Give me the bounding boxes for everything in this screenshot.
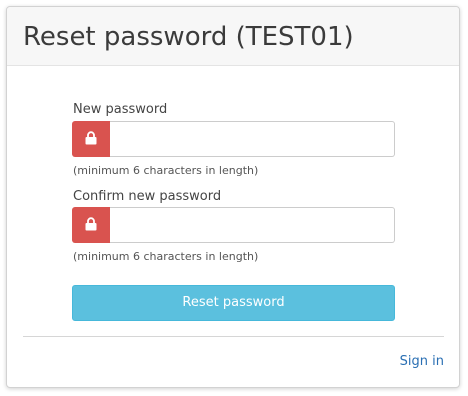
confirm-password-label: Confirm new password: [73, 189, 222, 204]
sign-in-link[interactable]: Sign in: [400, 353, 444, 371]
reset-password-button[interactable]: Reset password: [72, 285, 395, 321]
card-header: Reset password (TEST01): [7, 7, 459, 66]
new-password-label: New password: [73, 102, 168, 117]
confirm-password-field[interactable]: [110, 207, 395, 243]
divider: [23, 336, 444, 337]
confirm-password-group: [72, 207, 395, 243]
new-password-addon: [72, 121, 110, 157]
confirm-password-help: (minimum 6 characters in length): [73, 250, 259, 263]
new-password-field[interactable]: [110, 121, 395, 157]
lock-icon: [85, 131, 97, 145]
page-title: Reset password (TEST01): [23, 22, 354, 52]
confirm-password-addon: [72, 207, 110, 243]
reset-password-card: Reset password (TEST01) New password (mi…: [6, 6, 460, 388]
lock-icon: [85, 217, 97, 231]
new-password-group: [72, 121, 395, 157]
new-password-help: (minimum 6 characters in length): [73, 164, 259, 177]
